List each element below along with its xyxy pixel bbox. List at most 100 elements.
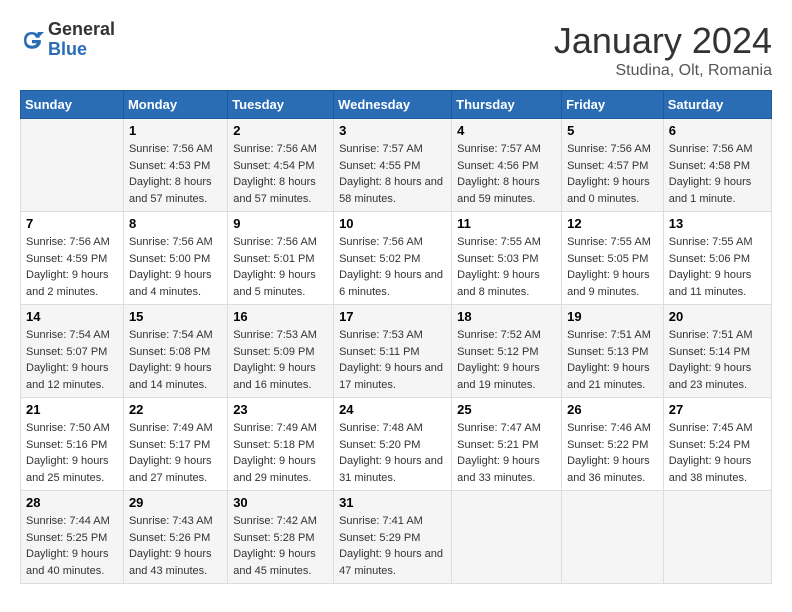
logo-text: General Blue [48,20,115,60]
calendar-cell: 19 Sunrise: 7:51 AMSunset: 5:13 PMDayligh… [562,305,664,398]
weekday-header-friday: Friday [562,91,664,119]
day-info: Sunrise: 7:49 AMSunset: 5:18 PMDaylight:… [233,420,328,486]
day-info: Sunrise: 7:49 AMSunset: 5:17 PMDaylight:… [129,420,222,486]
day-number: 22 [129,402,222,417]
day-number: 11 [457,216,556,231]
day-info: Sunrise: 7:44 AMSunset: 5:25 PMDaylight:… [26,513,118,579]
day-number: 4 [457,123,556,138]
calendar-cell: 25 Sunrise: 7:47 AMSunset: 5:21 PMDayligh… [452,398,562,491]
calendar-cell [562,491,664,584]
calendar-cell: 1Sunrise: 7:56 AMSunset: 4:53 PMDaylight… [123,119,227,212]
day-info: Sunrise: 7:57 AMSunset: 4:56 PMDaylight:… [457,141,556,207]
day-info: Sunrise: 7:47 AMSunset: 5:21 PMDaylight:… [457,420,556,486]
logo-blue-text: Blue [48,40,115,60]
day-info: Sunrise: 7:56 AMSunset: 4:54 PMDaylight:… [233,141,328,207]
calendar-week-row: 7 Sunrise: 7:56 AMSunset: 4:59 PMDaylight… [21,212,772,305]
calendar-cell: 18Sunrise: 7:52 AMSunset: 5:12 PMDayligh… [452,305,562,398]
calendar-week-row: 21 Sunrise: 7:50 AMSunset: 5:16 PMDayligh… [21,398,772,491]
day-info: Sunrise: 7:46 AMSunset: 5:22 PMDaylight:… [567,420,658,486]
calendar-cell: 13Sunrise: 7:55 AMSunset: 5:06 PMDayligh… [663,212,771,305]
day-info: Sunrise: 7:55 AMSunset: 5:03 PMDaylight:… [457,234,556,300]
day-number: 20 [669,309,766,324]
day-info: Sunrise: 7:41 AMSunset: 5:29 PMDaylight:… [339,513,446,579]
calendar-cell: 17 Sunrise: 7:53 AMSunset: 5:11 PMDayligh… [334,305,452,398]
day-info: Sunrise: 7:50 AMSunset: 5:16 PMDaylight:… [26,420,118,486]
day-info: Sunrise: 7:45 AMSunset: 5:24 PMDaylight:… [669,420,766,486]
day-number: 26 [567,402,658,417]
day-info: Sunrise: 7:56 AMSunset: 5:01 PMDaylight:… [233,234,328,300]
calendar-week-row: 14 Sunrise: 7:54 AMSunset: 5:07 PMDayligh… [21,305,772,398]
calendar-cell: 24 Sunrise: 7:48 AMSunset: 5:20 PMDayligh… [334,398,452,491]
calendar-cell: 30 Sunrise: 7:42 AMSunset: 5:28 PMDayligh… [228,491,334,584]
logo: General Blue [20,20,115,60]
day-number: 29 [129,495,222,510]
day-number: 9 [233,216,328,231]
location-title: Studina, Olt, Romania [554,62,772,80]
calendar-cell: 22 Sunrise: 7:49 AMSunset: 5:17 PMDayligh… [123,398,227,491]
day-info: Sunrise: 7:55 AMSunset: 5:05 PMDaylight:… [567,234,658,300]
logo-general-text: General [48,20,115,40]
title-area: January 2024 Studina, Olt, Romania [554,20,772,80]
calendar-cell: 21 Sunrise: 7:50 AMSunset: 5:16 PMDayligh… [21,398,124,491]
weekday-header-monday: Monday [123,91,227,119]
day-info: Sunrise: 7:51 AMSunset: 5:13 PMDaylight:… [567,327,658,393]
calendar-table: SundayMondayTuesdayWednesdayThursdayFrid… [20,90,772,584]
calendar-cell: 2Sunrise: 7:56 AMSunset: 4:54 PMDaylight… [228,119,334,212]
calendar-cell: 20 Sunrise: 7:51 AMSunset: 5:14 PMDayligh… [663,305,771,398]
calendar-cell: 31Sunrise: 7:41 AMSunset: 5:29 PMDayligh… [334,491,452,584]
calendar-week-row: 1Sunrise: 7:56 AMSunset: 4:53 PMDaylight… [21,119,772,212]
calendar-cell: 27 Sunrise: 7:45 AMSunset: 5:24 PMDayligh… [663,398,771,491]
calendar-cell: 3Sunrise: 7:57 AMSunset: 4:55 PMDaylight… [334,119,452,212]
day-info: Sunrise: 7:54 AMSunset: 5:08 PMDaylight:… [129,327,222,393]
day-info: Sunrise: 7:55 AMSunset: 5:06 PMDaylight:… [669,234,766,300]
day-number: 6 [669,123,766,138]
day-number: 12 [567,216,658,231]
day-info: Sunrise: 7:56 AMSunset: 5:02 PMDaylight:… [339,234,446,300]
day-number: 14 [26,309,118,324]
calendar-cell: 29 Sunrise: 7:43 AMSunset: 5:26 PMDayligh… [123,491,227,584]
weekday-header-wednesday: Wednesday [334,91,452,119]
day-number: 10 [339,216,446,231]
day-number: 3 [339,123,446,138]
day-number: 25 [457,402,556,417]
calendar-cell: 4 Sunrise: 7:57 AMSunset: 4:56 PMDaylight… [452,119,562,212]
day-info: Sunrise: 7:51 AMSunset: 5:14 PMDaylight:… [669,327,766,393]
day-info: Sunrise: 7:56 AMSunset: 4:59 PMDaylight:… [26,234,118,300]
day-info: Sunrise: 7:52 AMSunset: 5:12 PMDaylight:… [457,327,556,393]
calendar-cell [452,491,562,584]
logo-icon [20,28,44,52]
calendar-cell: 11 Sunrise: 7:55 AMSunset: 5:03 PMDayligh… [452,212,562,305]
day-info: Sunrise: 7:42 AMSunset: 5:28 PMDaylight:… [233,513,328,579]
calendar-cell: 15Sunrise: 7:54 AMSunset: 5:08 PMDayligh… [123,305,227,398]
day-info: Sunrise: 7:54 AMSunset: 5:07 PMDaylight:… [26,327,118,393]
day-number: 19 [567,309,658,324]
calendar-cell: 10 Sunrise: 7:56 AMSunset: 5:02 PMDayligh… [334,212,452,305]
day-info: Sunrise: 7:56 AMSunset: 4:58 PMDaylight:… [669,141,766,207]
day-number: 5 [567,123,658,138]
calendar-cell: 26 Sunrise: 7:46 AMSunset: 5:22 PMDayligh… [562,398,664,491]
day-number: 21 [26,402,118,417]
day-info: Sunrise: 7:43 AMSunset: 5:26 PMDaylight:… [129,513,222,579]
day-info: Sunrise: 7:53 AMSunset: 5:11 PMDaylight:… [339,327,446,393]
day-number: 27 [669,402,766,417]
calendar-cell: 23 Sunrise: 7:49 AMSunset: 5:18 PMDayligh… [228,398,334,491]
calendar-cell: 6 Sunrise: 7:56 AMSunset: 4:58 PMDaylight… [663,119,771,212]
day-number: 23 [233,402,328,417]
day-number: 7 [26,216,118,231]
day-info: Sunrise: 7:53 AMSunset: 5:09 PMDaylight:… [233,327,328,393]
weekday-header-tuesday: Tuesday [228,91,334,119]
day-number: 8 [129,216,222,231]
weekday-header-thursday: Thursday [452,91,562,119]
day-number: 24 [339,402,446,417]
calendar-cell: 28Sunrise: 7:44 AMSunset: 5:25 PMDayligh… [21,491,124,584]
day-number: 30 [233,495,328,510]
calendar-cell: 9 Sunrise: 7:56 AMSunset: 5:01 PMDaylight… [228,212,334,305]
day-number: 17 [339,309,446,324]
month-title: January 2024 [554,20,772,62]
weekday-header-row: SundayMondayTuesdayWednesdayThursdayFrid… [21,91,772,119]
calendar-cell: 16 Sunrise: 7:53 AMSunset: 5:09 PMDayligh… [228,305,334,398]
calendar-cell: 5Sunrise: 7:56 AMSunset: 4:57 PMDaylight… [562,119,664,212]
weekday-header-saturday: Saturday [663,91,771,119]
day-info: Sunrise: 7:48 AMSunset: 5:20 PMDaylight:… [339,420,446,486]
day-number: 16 [233,309,328,324]
